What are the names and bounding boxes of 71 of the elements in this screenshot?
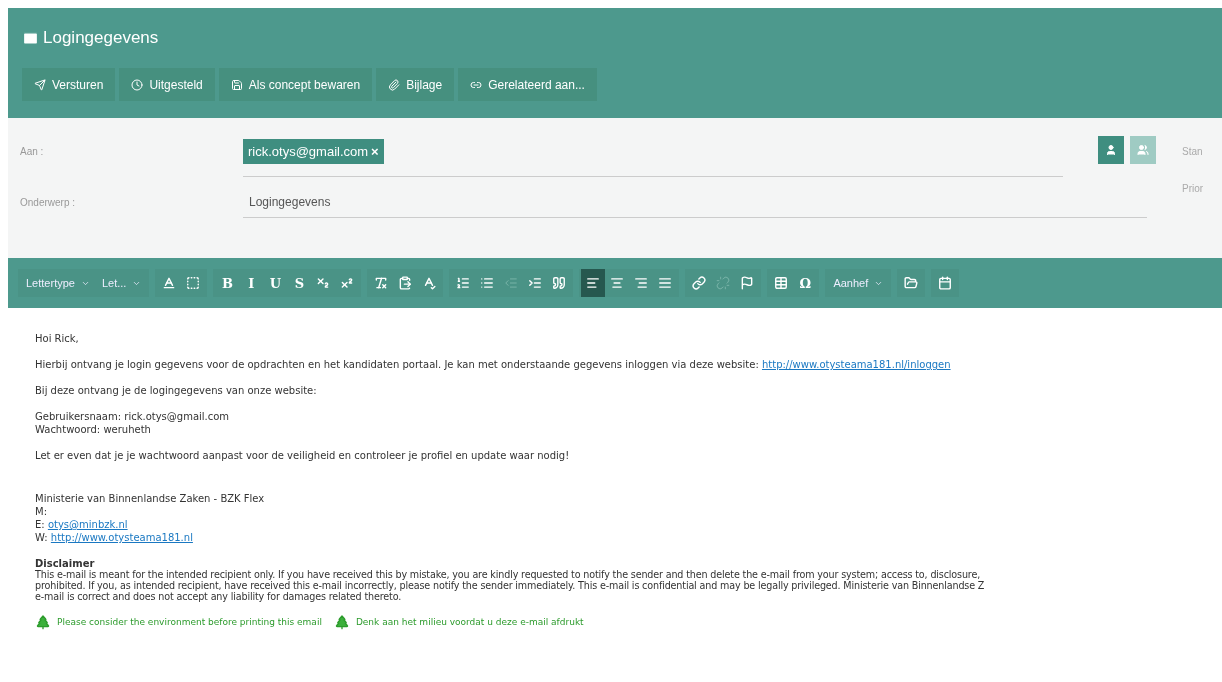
paste-icon	[398, 276, 413, 290]
bullet-list-icon	[480, 276, 495, 290]
body-text: Bij deze ontvang je de logingegevens van onze website:	[35, 384, 318, 397]
numbered-list-icon	[456, 276, 471, 290]
signature-line: W: http://www.otysteama181.nl	[35, 531, 194, 544]
quote-icon	[552, 276, 567, 290]
body-text: Let er even dat je je wachtwoord aanpast voor de veiligheid en controleer je profiel en update waar nodig!	[35, 449, 571, 462]
text-color-icon	[162, 276, 177, 290]
signature-line: E: otys@minbzk.nl	[35, 518, 129, 531]
toolbar-button[interactable]: Als concept bewaren	[218, 68, 373, 101]
people-icon	[1137, 144, 1149, 156]
clear-format-icon	[374, 276, 389, 290]
outdent-icon	[504, 276, 519, 290]
format-button[interactable]: I	[239, 269, 264, 297]
indent-icon	[528, 276, 543, 290]
table-icon	[774, 276, 789, 290]
link-icon	[692, 276, 707, 290]
disclaimer-title: Disclaimer	[35, 558, 96, 569]
disclaimer-text: This e-mail is meant for the intended recipient only. If you have received this by mistake, you are kindly requested to notify the sender and then delete the e-mail from your system; access to, disclosure,	[35, 569, 982, 580]
toolbar-button[interactable]: Bijlage	[376, 68, 455, 101]
eco-note: Denk aan het milieu voordat u deze e-mail afdrukt	[355, 617, 584, 627]
body-text: Hierbij ontvang je login gegevens voor de opdrachten en het kandidaten portaal. Je kan met onderstaande gegevens inloggen via deze website: http://www.otysteama181.nl/inloggen	[35, 358, 952, 371]
dropdown[interactable]: Aanhef	[827, 269, 890, 297]
unlink-icon	[716, 276, 731, 290]
justify-icon	[658, 276, 673, 290]
disclaimer-text: e-mail is correct and does not accept any liability for damages related thereto.	[35, 591, 403, 602]
calendar-icon	[938, 276, 953, 290]
remove-icon[interactable]: ×	[371, 144, 379, 159]
superscript-icon	[340, 276, 355, 290]
send-icon	[34, 78, 46, 91]
link[interactable]: http://www.otysteama181.nl	[50, 532, 193, 543]
link[interactable]: otys@minbzk.nl	[47, 519, 128, 530]
recipient-chip[interactable]: rick.otys@gmail.com ×	[243, 139, 384, 164]
subject-field[interactable]: Logingegevens	[243, 181, 1147, 218]
field-label: Aan :	[19, 145, 45, 157]
field-label: Stan	[1182, 146, 1204, 157]
clock-icon	[131, 78, 144, 91]
format-button[interactable]	[581, 269, 606, 297]
body-text: Hoi Rick,	[35, 332, 80, 345]
signature-line: Ministerie van Binnenlandse Zaken - BZK Flex	[35, 492, 266, 505]
format-button[interactable]: S	[287, 269, 312, 297]
body-text: Gebruikersnaam: rick.otys@gmail.com	[35, 410, 231, 423]
subscript-icon	[316, 276, 331, 290]
dropdown[interactable]: Lettertype	[20, 269, 96, 297]
align-center-icon	[610, 276, 625, 290]
align-left-icon	[586, 276, 601, 290]
spellcheck-icon	[422, 276, 437, 290]
signature-line: M:	[35, 505, 48, 518]
tree-icon	[333, 614, 350, 630]
save-icon	[230, 78, 243, 91]
toolbar-button[interactable]: Uitgesteld	[119, 68, 215, 101]
contact-button[interactable]	[1098, 136, 1124, 164]
folder-icon	[904, 276, 919, 290]
align-right-icon	[634, 276, 649, 290]
toolbar-button[interactable]: Versturen	[22, 68, 116, 101]
field-label: Onderwerp :	[19, 196, 77, 208]
tree-icon	[35, 614, 51, 630]
disclaimer-text: prohibited. If you, as intended recipient, have received this e-mail incorrectly, please notify the sender immediately. This e-mail is confidential and may be legally privileged. Ministerie van Binnenlandse Z	[35, 580, 986, 591]
toolbar-button[interactable]: Gerelateerd aan...	[458, 68, 597, 101]
format-button[interactable]: B	[215, 269, 240, 297]
window-title: Logingegevens	[43, 28, 159, 48]
link[interactable]: http://www.otysteama181.nl/inloggen	[761, 359, 951, 370]
person-icon	[1105, 144, 1117, 156]
field-label: Prior	[1182, 183, 1205, 194]
paperclip-icon	[388, 78, 401, 91]
flag-icon	[740, 276, 755, 290]
format-button[interactable]: Ω	[793, 269, 818, 297]
eco-note: Please consider the environment before printing this email	[57, 617, 322, 627]
format-button[interactable]: U	[263, 269, 288, 297]
body-text: Wachtwoord: weruheth	[35, 423, 152, 436]
dropdown[interactable]: Let...	[95, 269, 148, 297]
